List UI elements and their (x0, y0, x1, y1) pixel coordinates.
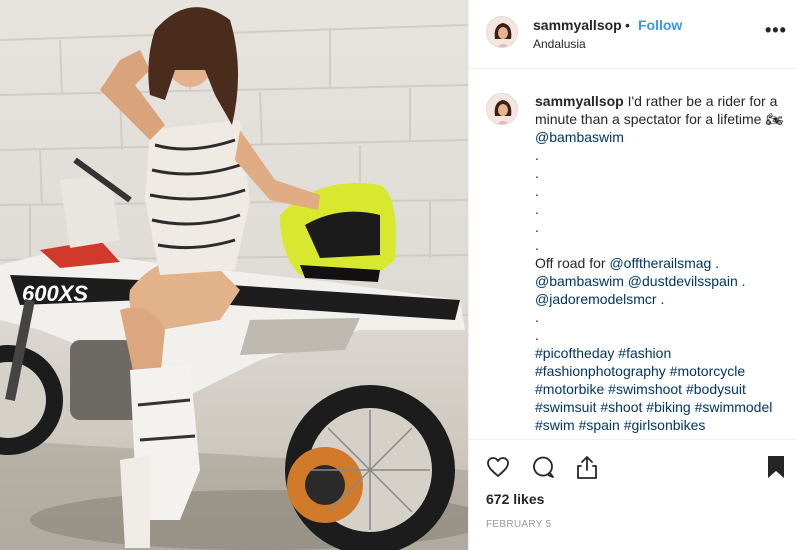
hashtag-link[interactable]: #biking (646, 399, 690, 415)
hashtag-link[interactable]: #bodysuit (686, 381, 746, 397)
header-separator-dot: • (625, 17, 630, 33)
hashtag-link[interactable]: #swimshoot (608, 381, 682, 397)
post-header: sammyallsop • Follow Andalusia ••• (469, 0, 797, 69)
hashtag-link[interactable]: #girlsonbikes (624, 417, 706, 433)
hashtag-link[interactable]: #spain (579, 417, 620, 433)
post-actions: 672 likes February 5 (469, 439, 797, 550)
hashtag-link[interactable]: #shoot (600, 399, 642, 415)
post-date[interactable]: February 5 (486, 519, 551, 530)
avatar[interactable] (486, 16, 518, 48)
hashtag-link[interactable]: #motorbike (535, 381, 604, 397)
motorcycle-emoji-icon: 🏍 (765, 111, 784, 127)
heart-icon[interactable] (486, 455, 510, 479)
comment-icon[interactable] (531, 455, 555, 479)
caption-separator: . (741, 273, 746, 289)
photo-illustration: 600XS (0, 7, 468, 550)
mention-link[interactable]: @bambaswim (535, 273, 624, 289)
like-count[interactable]: 672 likes (486, 491, 544, 507)
hashtag-list: #picoftheday #fashion #fashionphotograph… (535, 345, 776, 433)
hashtag-link[interactable]: #fashionphotography (535, 363, 666, 379)
header-username[interactable]: sammyallsop (533, 17, 622, 33)
caption-username[interactable]: sammyallsop (535, 93, 624, 109)
hashtag-link[interactable]: #swimmodel (695, 399, 773, 415)
hashtag-link[interactable]: #swim (535, 417, 575, 433)
share-icon[interactable] (575, 454, 599, 480)
post-photo[interactable]: 600XS (0, 0, 468, 550)
more-options-icon[interactable]: ••• (765, 20, 787, 41)
hashtag-link[interactable]: #picoftheday (535, 345, 614, 361)
follow-button[interactable]: Follow (638, 17, 682, 33)
caption-offroad-text: Off road for (535, 255, 610, 271)
mention-link[interactable]: @bambaswim (535, 129, 624, 145)
caption-avatar[interactable] (486, 93, 518, 125)
location-link[interactable]: Andalusia (533, 37, 586, 51)
post-caption: sammyallsop I'd rather be a rider for a … (535, 92, 793, 434)
bookmark-icon[interactable] (766, 454, 786, 480)
mention-link[interactable]: @dustdevilsspain (628, 273, 738, 289)
caption-separator: . (715, 255, 720, 271)
caption-dots: . . . . . . (535, 147, 539, 253)
mention-link[interactable]: @jadoremodelsmcr (535, 291, 657, 307)
mention-link[interactable]: @offtherailsmag (609, 255, 711, 271)
hashtag-link[interactable]: #fashion (618, 345, 671, 361)
hashtag-link[interactable]: #motorcycle (670, 363, 745, 379)
post-side-panel: sammyallsop • Follow Andalusia ••• sammy… (468, 0, 797, 550)
comments-section: sammyallsop I'd rather be a rider for a … (469, 69, 797, 439)
hashtag-link[interactable]: #swimsuit (535, 399, 596, 415)
